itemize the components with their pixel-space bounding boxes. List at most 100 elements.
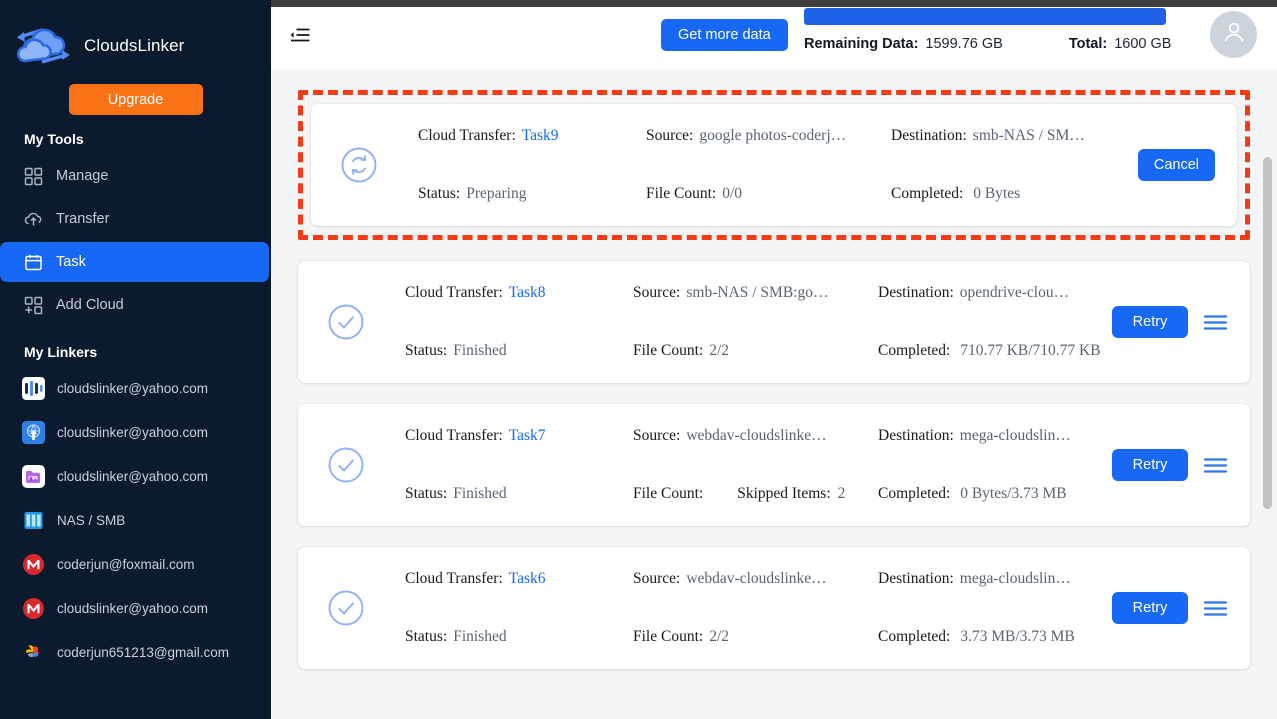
task-file-count-field: File Count: 2/2 bbox=[633, 628, 878, 646]
sidebar-item-transfer[interactable]: Transfer bbox=[0, 199, 271, 239]
task-status-field: Status: Preparing bbox=[418, 185, 646, 203]
task-status-value: Preparing bbox=[466, 185, 527, 202]
check-circle-icon bbox=[324, 300, 368, 344]
task-card-slot: Cloud Transfer: Task7 Source: webdav-clouds… bbox=[298, 404, 1250, 526]
remaining-data-label: Remaining Data: bbox=[804, 36, 919, 52]
sidebar-item-label: Transfer bbox=[56, 211, 110, 227]
task-status-label: Status: bbox=[405, 342, 448, 359]
task-name-value[interactable]: Task8 bbox=[509, 284, 546, 302]
linker-item-label: coderjun651213@gmail.com bbox=[57, 644, 230, 660]
google-photos-icon bbox=[22, 641, 45, 664]
task-status-value: Finished bbox=[453, 628, 507, 645]
task-file-count-label: File Count: bbox=[633, 628, 704, 645]
grid-icon bbox=[24, 167, 43, 186]
task-card[interactable]: Cloud Transfer: Task8 Source: smb-NAS / SMB… bbox=[298, 261, 1250, 383]
task-completed-value: 710.77 KB/710.77 KB bbox=[956, 342, 1101, 359]
task-destination-value: smb-NAS / SM… bbox=[972, 127, 1085, 144]
sidebar: CloudsLinker Upgrade My Tools Manage Tra… bbox=[0, 0, 271, 719]
task-destination-field: Destination: mega-cloudslin… bbox=[878, 570, 1250, 588]
task-source-value: webdav-cloudslinke… bbox=[686, 570, 827, 587]
cloud-upload-icon bbox=[24, 210, 43, 229]
task-file-count-field: File Count: Skipped Items: 2 bbox=[633, 485, 878, 503]
photos-folder-icon bbox=[22, 464, 45, 488]
task-completed-label: Completed: bbox=[878, 342, 951, 359]
upgrade-button[interactable]: Upgrade bbox=[68, 84, 203, 115]
add-grid-icon bbox=[24, 296, 43, 315]
linker-item-google-photos[interactable]: coderjun651213@gmail.com bbox=[0, 630, 271, 674]
task-completed-value: 3.73 MB/3.73 MB bbox=[956, 628, 1075, 645]
skipped-items-value: 2 bbox=[837, 485, 846, 502]
task-completed-field: Completed: 710.77 KB/710.77 KB bbox=[878, 342, 1250, 360]
task-destination-value: opendrive-clou… bbox=[959, 284, 1070, 301]
task-card-slot: Cloud Transfer: Task8 Source: smb-NAS / SMB… bbox=[298, 261, 1250, 383]
task-status-label: Status: bbox=[405, 485, 448, 502]
task-name-value[interactable]: Task9 bbox=[522, 127, 559, 145]
task-name-value[interactable]: Task7 bbox=[509, 427, 546, 445]
task-completed-value: 0 Bytes/3.73 MB bbox=[956, 485, 1067, 502]
task-menu-icon[interactable] bbox=[1203, 456, 1228, 475]
linker-item-opendrive[interactable]: cloudslinker@yahoo.com bbox=[0, 366, 271, 410]
linker-item-webdav[interactable]: cloudslinker@yahoo.com bbox=[0, 410, 271, 454]
mega-icon bbox=[22, 553, 45, 576]
retry-button[interactable]: Retry bbox=[1112, 306, 1188, 338]
check-circle-icon bbox=[324, 586, 368, 630]
task-destination-field: Destination: mega-cloudslin… bbox=[878, 427, 1250, 445]
task-card-actions: Cancel bbox=[1137, 149, 1215, 181]
task-file-count-label: File Count: bbox=[646, 185, 717, 202]
task-list-area: Cloud Transfer: Task9 Source: google photos… bbox=[271, 69, 1277, 719]
task-destination-field: Destination: smb-NAS / SM… bbox=[891, 127, 1237, 145]
task-menu-icon[interactable] bbox=[1203, 313, 1228, 332]
sidebar-item-add-cloud[interactable]: Add Cloud bbox=[0, 285, 271, 325]
task-file-count-field: File Count: 2/2 bbox=[633, 342, 878, 360]
retry-button[interactable]: Retry bbox=[1112, 449, 1188, 481]
scrollbar-thumb[interactable] bbox=[1263, 157, 1272, 509]
data-progress-bar bbox=[804, 8, 1166, 25]
task-destination-field: Destination: opendrive-clou… bbox=[878, 284, 1250, 302]
remaining-data-value: 1599.76 GB bbox=[925, 36, 1003, 52]
task-file-count-value: 2/2 bbox=[709, 628, 730, 645]
task-status-label: Status: bbox=[418, 185, 461, 202]
task-source-field: Source: webdav-cloudslinke… bbox=[633, 570, 878, 588]
avatar[interactable] bbox=[1210, 11, 1257, 58]
task-name-value[interactable]: Task6 bbox=[509, 570, 546, 588]
linker-item-mega-yahoo[interactable]: cloudslinker@yahoo.com bbox=[0, 586, 271, 630]
task-card-row-bottom: Status: Finished File Count: 2/2 Completed: … bbox=[405, 628, 1250, 646]
linker-item-label: cloudslinker@yahoo.com bbox=[57, 380, 209, 396]
task-source-field: Source: smb-NAS / SMB:go… bbox=[633, 284, 878, 302]
task-card-row-bottom: Status: Preparing File Count: 0/0 Completed:… bbox=[418, 185, 1237, 203]
task-completed-label: Completed: bbox=[878, 628, 951, 645]
linker-item-photos-folder[interactable]: cloudslinker@yahoo.com bbox=[0, 454, 271, 498]
sidebar-item-manage[interactable]: Manage bbox=[0, 156, 271, 196]
opendrive-icon bbox=[22, 376, 45, 400]
linker-item-nas-smb[interactable]: NAS / SMB bbox=[0, 498, 271, 542]
task-file-count-value: 0/0 bbox=[722, 185, 743, 202]
task-destination-label: Destination: bbox=[878, 570, 954, 587]
sidebar-item-label: Manage bbox=[56, 168, 109, 184]
main-area: Get more data Remaining Data: 1599.76 GB… bbox=[271, 0, 1277, 719]
get-more-data-button[interactable]: Get more data bbox=[661, 19, 788, 51]
linker-item-mega-foxmail[interactable]: coderjun@foxmail.com bbox=[0, 542, 271, 586]
task-card-row-top: Cloud Transfer: Task8 Source: smb-NAS / SMB… bbox=[405, 284, 1250, 302]
linker-item-label: cloudslinker@yahoo.com bbox=[57, 468, 209, 484]
sidebar-item-label: Add Cloud bbox=[56, 297, 124, 313]
mega-icon bbox=[22, 597, 45, 620]
task-status-value: Finished bbox=[453, 485, 507, 502]
total-data-label: Total: bbox=[1068, 36, 1108, 52]
task-file-count-field: File Count: 0/0 bbox=[646, 185, 891, 203]
task-status-field: Status: Finished bbox=[405, 342, 633, 360]
skipped-items: Skipped Items: 2 bbox=[737, 485, 845, 503]
task-name-label: Cloud Transfer: bbox=[418, 127, 516, 144]
collapse-sidebar-icon[interactable] bbox=[289, 24, 311, 46]
task-card[interactable]: Cloud Transfer: Task6 Source: webdav-clouds… bbox=[298, 547, 1250, 669]
task-card[interactable]: Cloud Transfer: Task7 Source: webdav-clouds… bbox=[298, 404, 1250, 526]
cancel-button[interactable]: Cancel bbox=[1137, 149, 1215, 181]
task-menu-icon[interactable] bbox=[1203, 599, 1228, 618]
task-source-label: Source: bbox=[633, 284, 681, 301]
scrollbar[interactable] bbox=[1263, 149, 1272, 713]
my-tools-label: My Tools bbox=[24, 131, 84, 147]
retry-button[interactable]: Retry bbox=[1112, 592, 1188, 624]
calendar-icon bbox=[24, 253, 43, 272]
task-card[interactable]: Cloud Transfer: Task9 Source: google photos… bbox=[311, 104, 1237, 226]
task-completed-label: Completed: bbox=[891, 185, 964, 202]
sidebar-item-task[interactable]: Task bbox=[0, 242, 269, 282]
